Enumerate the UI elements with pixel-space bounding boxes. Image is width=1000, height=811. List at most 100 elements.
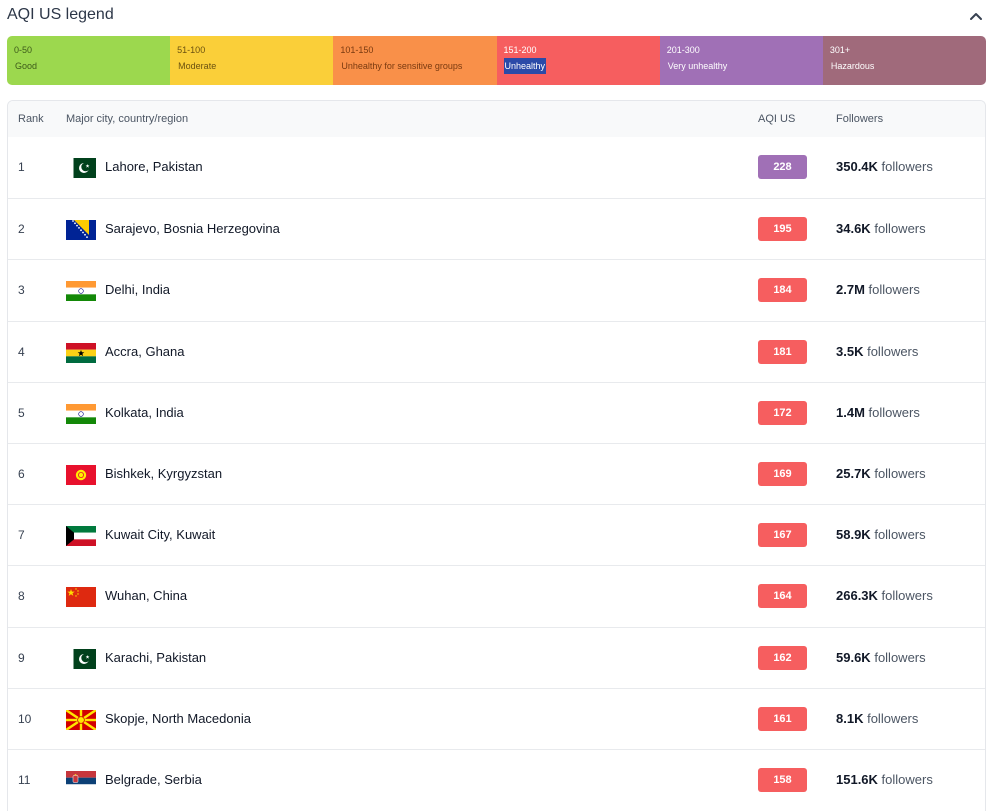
rank-cell: 10 [18,711,32,726]
followers-count: 2.7M [836,282,865,298]
legend-label: Unhealthy [503,58,547,74]
rank-cell: 3 [18,283,25,298]
rank-cell: 9 [18,650,25,665]
legend-range: 0-50 [14,45,33,55]
aqi-badge: 172 [758,400,807,425]
header-aqi: AQI US [758,113,796,125]
aqi-legend-bar: 0-50 Good 51-100 Moderate 101-150 Unhealthy f… [7,36,986,85]
india-flag-icon [66,281,96,302]
table-row[interactable]: 2 Sarajevo, Bosnia Herzegovina 195 34.6K fo… [8,198,985,259]
followers-count: 266.3K [836,588,878,604]
city-link[interactable]: Belgrade, Serbia [105,772,202,787]
header-city: Major city, country/region [66,113,189,125]
followers-suffix: followers [881,159,933,174]
legend-range: 151-200 [503,45,537,55]
table-row[interactable]: 7 Kuwait City, Kuwait 167 58.9K followers [8,504,985,565]
aqi-badge: 228 [758,155,807,179]
legend-segment-good[interactable]: 0-50 Good [7,36,171,85]
rank-cell: 4 [18,344,25,359]
bosnia-flag-icon [66,220,96,241]
followers-count: 25.7K [836,465,871,481]
rank-cell: 11 [18,772,31,787]
table-header: Rank Major city, country/region AQI US F… [8,101,985,137]
followers-cell: 350.4K followers [836,159,933,174]
legend-segment-very-unhealthy[interactable]: 201-300 Very unhealthy [659,36,823,85]
city-link[interactable]: Bishkek, Kyrgyzstan [105,466,222,481]
city-link[interactable]: Skopje, North Macedonia [105,711,251,726]
rank-cell: 1 [18,160,25,174]
aqi-badge: 195 [758,217,807,242]
followers-cell: 25.7K followers [836,466,926,481]
rank-cell: 5 [18,405,25,420]
legend-segment-moderate[interactable]: 51-100 Moderate [170,36,334,85]
table-row[interactable]: 3 Delhi, India 184 2.7M followers [8,259,985,320]
legend-segment-unhealthy[interactable]: 151-200 Unhealthy [496,36,660,85]
india-flag-icon [66,403,96,424]
legend-range: 201-300 [666,45,700,55]
followers-cell: 34.6K followers [836,221,926,236]
table-row[interactable]: 1 Lahore, Pakistan 228 350.4K followers [8,137,985,198]
followers-suffix: followers [881,771,933,787]
legend-label: Moderate [178,61,217,71]
aqi-badge: 161 [758,706,807,731]
pakistan-flag-icon [66,648,96,669]
followers-count: 151.6K [836,771,878,787]
city-link[interactable]: Sarajevo, Bosnia Herzegovina [105,221,280,236]
followers-suffix: followers [867,343,919,359]
followers-count: 350.4K [836,159,878,174]
legend-segment-unhealthy-for-sensitive-groups[interactable]: 101-150 Unhealthy for sensitive groups [333,36,497,85]
followers-count: 3.5K [836,343,864,359]
china-flag-icon [66,587,96,608]
table-row[interactable]: 4 Accra, Ghana 181 3.5K followers [8,320,985,382]
chevron-up-icon[interactable] [964,6,988,26]
table-body: 1 Lahore, Pakistan 228 350.4K followers 2 Sar… [8,137,985,810]
aqi-badge: 167 [758,523,807,548]
legend-label: Hazardous [830,61,875,71]
city-link[interactable]: Karachi, Pakistan [105,650,206,665]
city-link[interactable]: Accra, Ghana [105,344,185,359]
followers-cell: 59.6K followers [836,650,926,665]
followers-suffix: followers [868,404,920,420]
kuwait-flag-icon [66,526,96,547]
legend-header: AQI US legend [0,0,1000,34]
followers-cell: 1.4M followers [836,405,920,420]
city-link[interactable]: Delhi, India [105,282,170,297]
table-row[interactable]: 5 Kolkata, India 172 1.4M followers [8,381,985,443]
followers-count: 58.9K [836,527,871,543]
pakistan-flag-icon [66,158,96,178]
followers-count: 8.1K [836,710,864,726]
table-row[interactable]: 6 Bishkek, Kyrgyzstan 169 25.7K followers [8,442,985,504]
followers-cell: 2.7M followers [836,282,920,297]
city-link[interactable]: Wuhan, China [105,588,187,603]
city-link[interactable]: Kuwait City, Kuwait [105,527,215,542]
legend-segment-hazardous[interactable]: 301+ Hazardous [822,36,986,85]
ghana-flag-icon [66,342,96,363]
aqi-badge: 169 [758,461,807,486]
followers-count: 1.4M [836,404,865,420]
legend-label: Good [15,61,38,71]
aqi-badge: 184 [758,278,807,303]
followers-suffix: followers [881,588,933,604]
followers-cell: 8.1K followers [836,711,918,726]
followers-cell: 151.6K followers [836,772,933,787]
serbia-flag-icon [66,770,96,791]
followers-cell: 3.5K followers [836,344,918,359]
table-row[interactable]: 11 Belgrade, Serbia 158 151.6K followers [8,748,985,810]
city-link[interactable]: Kolkata, India [105,405,184,420]
aqi-badge: 181 [758,339,807,364]
legend-label: Unhealthy for sensitive groups [341,61,463,71]
table-row[interactable]: 9 Karachi, Pakistan 162 59.6K followers [8,626,985,688]
table-row[interactable]: 8 Wuhan, China 164 266.3K followers [8,565,985,626]
followers-suffix: followers [874,527,926,543]
city-ranking-table: Rank Major city, country/region AQI US F… [7,100,986,811]
legend-title: AQI US legend [7,6,114,23]
legend-label: Very unhealthy [667,61,728,71]
followers-count: 34.6K [836,221,871,237]
city-link[interactable]: Lahore, Pakistan [105,159,203,174]
table-row[interactable]: 10 Skopje, North Macedonia 161 8.1K followe… [8,687,985,749]
aqi-badge: 162 [758,645,807,670]
legend-range: 301+ [829,45,851,55]
rank-cell: 6 [18,466,25,481]
rank-cell: 8 [18,589,25,604]
legend-range: 101-150 [340,45,374,55]
